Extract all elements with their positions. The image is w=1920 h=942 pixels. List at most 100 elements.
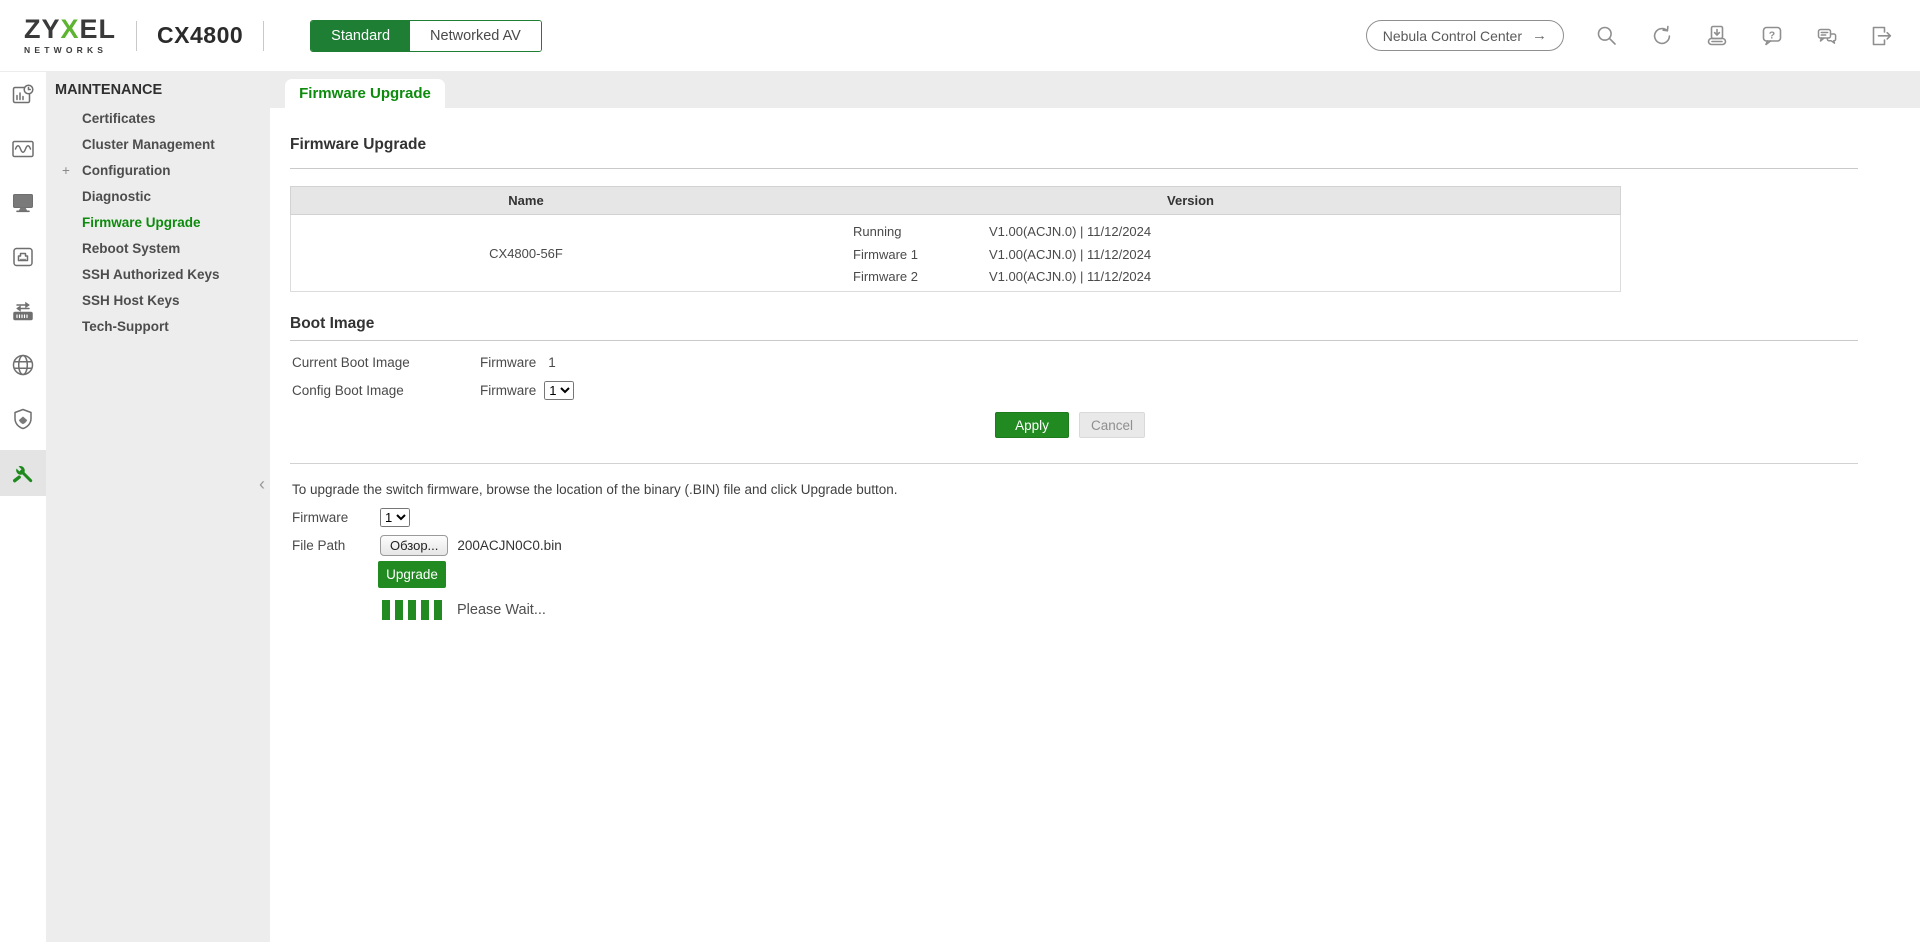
version-row: Firmware 2 V1.00(ACJN.0) | 11/12/2024 [853, 266, 1620, 289]
firmware-select[interactable]: 1 [380, 508, 410, 527]
menu-heading: MAINTENANCE [55, 82, 270, 98]
firmware-version-value: V1.00(ACJN.0) | 11/12/2024 [989, 244, 1151, 267]
config-boot-image-prefix: Firmware [480, 383, 536, 398]
icon-rail [0, 72, 46, 942]
rail-item-port[interactable] [0, 234, 46, 280]
firmware-select-row: Firmware 1 [292, 505, 410, 529]
sidebar-item[interactable]: Diagnostic [46, 184, 270, 210]
upgrade-button[interactable]: Upgrade [378, 561, 446, 588]
upgrade-instruction: To upgrade the switch firmware, browse t… [292, 482, 898, 497]
version-row: Firmware 1 V1.00(ACJN.0) | 11/12/2024 [853, 244, 1620, 267]
rail-item-switching[interactable] [0, 288, 46, 334]
sidebar-item-label: Firmware Upgrade [82, 215, 201, 230]
version-cell: Running V1.00(ACJN.0) | 11/12/2024 Firmw… [761, 215, 1620, 291]
switching-icon [10, 298, 36, 324]
zyxel-logo-text: ZYXEL [24, 16, 116, 43]
standard-mode-button[interactable]: Standard [311, 21, 410, 51]
device-name-cell: CX4800-56F [291, 215, 761, 291]
security-icon [10, 406, 36, 432]
sidebar-item-label: Reboot System [82, 241, 180, 256]
divider [136, 21, 137, 51]
current-boot-image-label: Current Boot Image [292, 355, 480, 370]
sidebar-item-label: SSH Host Keys [82, 293, 180, 308]
sidebar-item-label: Configuration [82, 163, 170, 178]
selected-file-name: 200ACJN0C0.bin [457, 538, 561, 553]
divider [290, 168, 1858, 169]
maintenance-icon [10, 460, 36, 486]
progress-segment [382, 600, 390, 620]
networking-icon [10, 352, 36, 378]
system-icon [10, 190, 36, 216]
rail-item-maintenance[interactable] [0, 450, 46, 496]
sidebar-item[interactable]: Tech-Support [46, 314, 270, 340]
sidebar-item-label: Certificates [82, 111, 156, 126]
rail-item-system[interactable] [0, 180, 46, 226]
main-content: Firmware Upgrade Firmware Upgrade Name V… [270, 72, 1920, 942]
sidebar-item-label: Cluster Management [82, 137, 215, 152]
sidebar-item[interactable]: + Configuration [46, 158, 270, 184]
port-icon [10, 244, 36, 270]
version-row: Running V1.00(ACJN.0) | 11/12/2024 [853, 221, 1620, 244]
rail-item-networking[interactable] [0, 342, 46, 388]
current-boot-image-number: 1 [548, 355, 556, 370]
firmware-label: Firmware [292, 510, 380, 525]
upgrade-progress-row: Please Wait... [382, 599, 546, 621]
firmware-table-header: Name Version [290, 186, 1621, 215]
firmware-slot-label: Firmware 2 [853, 266, 989, 289]
device-model: CX4800 [157, 22, 243, 49]
sidebar-item[interactable]: Reboot System [46, 236, 270, 262]
cancel-button[interactable]: Cancel [1079, 412, 1145, 438]
divider [290, 340, 1858, 341]
firmware-slot-label: Firmware 1 [853, 244, 989, 267]
nebula-control-center-button[interactable]: Nebula Control Center → [1366, 20, 1564, 51]
table-row: CX4800-56F Running V1.00(ACJN.0) | 11/12… [290, 215, 1621, 292]
sidebar-item[interactable]: Cluster Management [46, 132, 270, 158]
please-wait-text: Please Wait... [457, 602, 546, 618]
mode-toggle: Standard Networked AV [310, 20, 542, 52]
config-boot-image-label: Config Boot Image [292, 383, 480, 398]
search-icon [1595, 24, 1619, 48]
arrow-right-icon: → [1532, 27, 1547, 44]
browse-button[interactable]: Обзор... [380, 535, 448, 556]
rail-item-dashboard[interactable] [0, 72, 46, 118]
logout-button[interactable] [1870, 24, 1894, 48]
help-button[interactable]: ? [1760, 24, 1784, 48]
refresh-button[interactable] [1650, 24, 1674, 48]
save-icon [1705, 24, 1729, 48]
logout-icon [1870, 24, 1894, 48]
networked-av-mode-button[interactable]: Networked AV [410, 21, 541, 51]
feedback-icon [1815, 24, 1839, 48]
progress-bar [382, 600, 447, 620]
sidebar-item[interactable]: Firmware Upgrade [46, 210, 270, 236]
progress-segment [421, 600, 429, 620]
topbar-actions: Nebula Control Center → ? [1366, 20, 1894, 51]
file-path-label: File Path [292, 538, 380, 553]
sidebar-item[interactable]: SSH Authorized Keys [46, 262, 270, 288]
config-boot-image-row: Config Boot Image Firmware 1 [292, 378, 574, 402]
expand-plus: + [62, 158, 76, 184]
sidebar-menu: MAINTENANCE Certificates Cluster Managem… [46, 72, 270, 942]
apply-button[interactable]: Apply [995, 412, 1069, 438]
divider [290, 463, 1858, 464]
rail-item-monitor[interactable] [0, 126, 46, 172]
firmware-slot-label: Running [853, 221, 989, 244]
file-path-row: File Path Обзор... 200ACJN0C0.bin [292, 533, 562, 557]
collapse-sidebar-button[interactable]: ‹ [254, 472, 270, 496]
save-button[interactable] [1705, 24, 1729, 48]
dashboard-icon [10, 82, 36, 108]
progress-segment [434, 600, 442, 620]
current-boot-image-row: Current Boot Image Firmware 1 [292, 355, 556, 370]
search-button[interactable] [1595, 24, 1619, 48]
refresh-icon [1650, 24, 1674, 48]
sidebar-item-label: Diagnostic [82, 189, 151, 204]
boot-image-section-title: Boot Image [290, 315, 374, 333]
firmware-upgrade-section-title: Firmware Upgrade [290, 136, 426, 154]
config-boot-image-select[interactable]: 1 [544, 381, 574, 400]
tab-strip: Firmware Upgrade [270, 72, 1920, 108]
rail-item-security[interactable] [0, 396, 46, 442]
tab-firmware-upgrade[interactable]: Firmware Upgrade [285, 79, 445, 108]
sidebar-item[interactable]: SSH Host Keys [46, 288, 270, 314]
feedback-button[interactable] [1815, 24, 1839, 48]
sidebar-item[interactable]: Certificates [46, 106, 270, 132]
zyxel-logo-networks: NETWORKS [24, 46, 116, 55]
